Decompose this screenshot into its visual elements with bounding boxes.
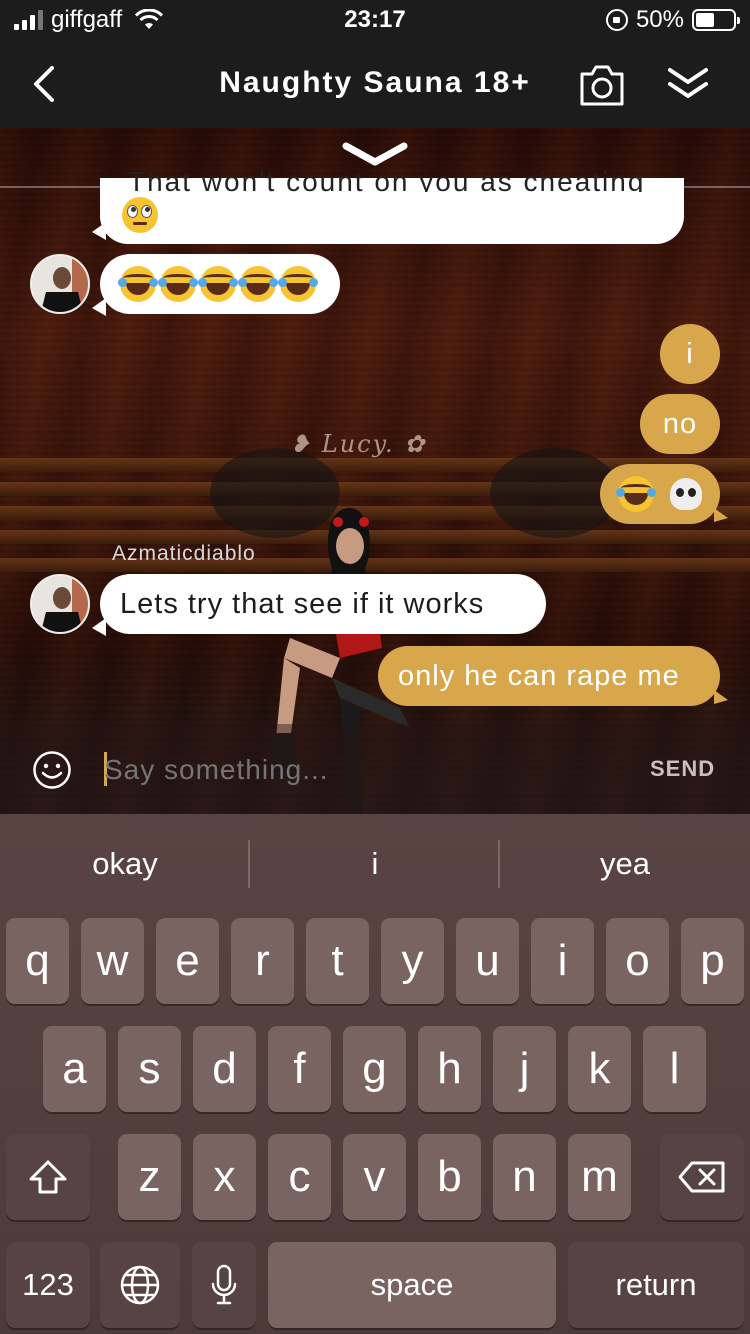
camera-icon[interactable]	[578, 62, 626, 108]
dictation-key[interactable]	[192, 1242, 256, 1328]
key-s[interactable]: s	[118, 1026, 181, 1112]
chat-area[interactable]: ❥ Lucy. ✿ That won't count on you as che…	[0, 128, 750, 814]
message-bubble-incoming	[92, 254, 340, 316]
microphone-icon	[211, 1264, 237, 1305]
key-b[interactable]: b	[418, 1134, 481, 1220]
battery-icon	[692, 9, 740, 31]
key-g[interactable]: g	[343, 1026, 406, 1112]
status-bar: giffgaff 23:17 50%	[0, 0, 750, 40]
user-avatar-image	[32, 576, 88, 632]
battery-fill	[696, 13, 714, 27]
backspace-icon	[678, 1161, 725, 1193]
message-bubble-outgoing: no	[640, 394, 720, 454]
divider	[248, 840, 250, 888]
message-bubble-incoming: That won't count on you as cheating	[92, 166, 684, 244]
avatar[interactable]	[30, 574, 90, 634]
user-avatar-image	[32, 256, 88, 312]
key-j[interactable]: j	[493, 1026, 556, 1112]
key-h[interactable]: h	[418, 1026, 481, 1112]
suggestion-bar: okay i yea	[0, 814, 750, 914]
key-w[interactable]: w	[81, 918, 144, 1004]
key-i[interactable]: i	[531, 918, 594, 1004]
nav-bar: Naughty Sauna 18+	[0, 40, 750, 128]
room-title: Naughty Sauna 18+	[219, 66, 531, 99]
space-key[interactable]: space	[268, 1242, 556, 1328]
key-k[interactable]: k	[568, 1026, 631, 1112]
key-d[interactable]: d	[193, 1026, 256, 1112]
key-n[interactable]: n	[493, 1134, 556, 1220]
key-c[interactable]: c	[268, 1134, 331, 1220]
rotation-lock-icon	[605, 9, 628, 31]
key-f[interactable]: f	[268, 1026, 331, 1112]
key-z[interactable]: z	[118, 1134, 181, 1220]
message-bubble-outgoing	[600, 464, 728, 524]
face-with-tears-of-joy-emoji	[278, 266, 318, 302]
face-with-tears-of-joy-emoji	[238, 266, 278, 302]
globe-key[interactable]	[100, 1242, 180, 1328]
shift-key[interactable]	[6, 1134, 90, 1220]
face-with-rolling-eyes-emoji	[122, 197, 158, 233]
key-p[interactable]: p	[681, 918, 744, 1004]
message-bubble-outgoing: only he can rape me	[378, 646, 728, 706]
message-text: only he can rape me	[398, 659, 680, 692]
keyboard: okay i yea q w e r t y u i o p a s d f g…	[0, 814, 750, 1334]
return-key[interactable]: return	[568, 1242, 744, 1328]
divider	[498, 840, 500, 888]
key-o[interactable]: o	[606, 918, 669, 1004]
numbers-key[interactable]: 123	[6, 1242, 90, 1328]
key-a[interactable]: a	[43, 1026, 106, 1112]
key-e[interactable]: e	[156, 918, 219, 1004]
send-button[interactable]: SEND	[650, 756, 715, 782]
face-with-tears-of-joy-emoji	[158, 266, 198, 302]
key-v[interactable]: v	[343, 1134, 406, 1220]
key-l[interactable]: l	[643, 1026, 706, 1112]
truncated-message-text: That won't count on you as cheating	[128, 166, 646, 192]
sender-name[interactable]: Azmaticdiablo	[112, 542, 256, 566]
double-chevron-down-icon[interactable]	[664, 64, 712, 104]
chevron-left-icon[interactable]	[26, 60, 62, 108]
delete-key[interactable]	[660, 1134, 744, 1220]
key-t[interactable]: t	[306, 918, 369, 1004]
globe-icon	[120, 1265, 160, 1305]
message-text: no	[662, 407, 698, 440]
message-text: Lets try that see if it works	[120, 587, 485, 620]
face-with-tears-of-joy-emoji	[616, 476, 656, 512]
face-with-tears-of-joy-emoji	[198, 266, 238, 302]
key-y[interactable]: y	[381, 918, 444, 1004]
key-x[interactable]: x	[193, 1134, 256, 1220]
key-r[interactable]: r	[231, 918, 294, 1004]
suggestion-item[interactable]: yea	[500, 814, 750, 914]
skull-emoji	[670, 478, 702, 510]
message-bubble-outgoing: i	[660, 324, 720, 384]
battery-percent: 50%	[635, 6, 684, 33]
key-u[interactable]: u	[456, 918, 519, 1004]
smiley-icon[interactable]	[32, 750, 72, 790]
message-input[interactable]	[104, 750, 604, 790]
battery-info: 50%	[605, 6, 740, 34]
avatar[interactable]	[30, 254, 90, 314]
shift-icon	[29, 1160, 67, 1194]
suggestion-item[interactable]: i	[250, 814, 500, 914]
key-q[interactable]: q	[6, 918, 69, 1004]
message-bubble-incoming: Lets try that see if it works	[92, 574, 546, 636]
message-text: i	[686, 337, 694, 370]
avatar-name-label: Lucy.	[321, 430, 395, 458]
face-with-tears-of-joy-emoji	[118, 266, 158, 302]
message-composer: SEND	[0, 724, 750, 814]
avatar-name-tag: ❥ Lucy. ✿	[290, 430, 427, 458]
key-m[interactable]: m	[568, 1134, 631, 1220]
suggestion-item[interactable]: okay	[0, 814, 250, 914]
